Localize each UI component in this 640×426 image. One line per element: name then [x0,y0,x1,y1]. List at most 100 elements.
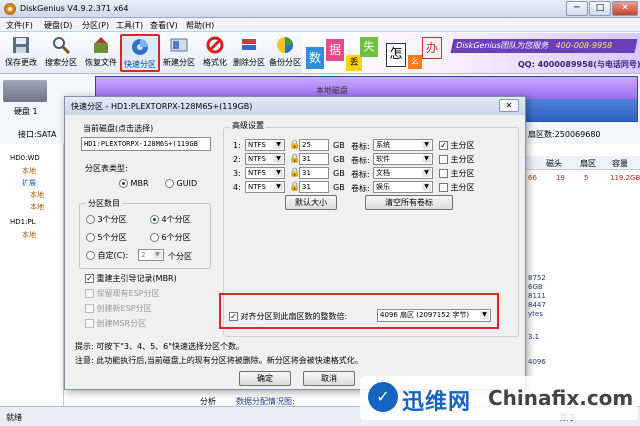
chevron-down-icon: ▼ [274,169,283,177]
tree-node[interactable]: 本地 [22,230,36,240]
size-input[interactable]: 31 [299,167,329,179]
tree-node[interactable]: 本地 [22,166,36,176]
clear-labels-button[interactable]: 清空所有卷标 [365,195,453,210]
ad-banner[interactable]: 数 据 丢 失 怎 么 办 DiskGenius团队为您服务 400-008-9… [302,33,640,73]
ad-slogan: DiskGenius团队为您服务 [455,41,550,50]
backup-partition-button[interactable]: 备份分区 [266,34,304,72]
quick-partition-icon [130,37,150,57]
chevron-down-icon: ▼ [274,183,283,191]
tree-node[interactable]: 本地 [30,190,44,200]
row-number: 2: [233,155,241,164]
filesystem-select[interactable]: NTFS ▼ [245,167,285,179]
cancel-button[interactable]: 取消 [303,371,355,386]
radio-custom[interactable]: 自定(C): [86,250,128,261]
disk-bar-label: 本地磁盘 [316,86,348,95]
align-sector-select[interactable]: 4096 扇区 (2097152 字节) ▼ [377,309,491,322]
volume-label-select[interactable]: 文档 ▼ [373,167,433,179]
checkbox: ✓ [85,274,94,283]
ok-button[interactable]: 确定 [239,371,291,386]
custom-suffix: 个分区 [168,252,192,261]
minimize-button[interactable]: ─ [566,1,588,16]
current-disk-field[interactable]: HD1:PLEXTORPX-128M6S+(119GB [81,137,211,151]
radio-guid[interactable]: GUID [165,179,197,188]
primary-partition-checkbox[interactable]: 主分区 [439,182,475,193]
app-logo-icon [4,3,16,15]
filesystem-select[interactable]: NTFS ▼ [245,153,285,165]
chevron-down-icon: ▼ [422,169,431,177]
radio-button [86,215,95,224]
tree-node[interactable]: 扩展 [22,178,36,188]
keep-esp-checkbox[interactable]: 保留现有ESP分区 [85,288,160,299]
size-input[interactable]: 31 [299,153,329,165]
align-partition-checkbox[interactable]: ✓ 对齐分区到此扇区数的整数倍: [229,311,347,322]
volume-label-select[interactable]: 软件 ▼ [373,153,433,165]
warning-text: 注意: 此功能执行后,当前磁盘上的现有分区将被删除。新分区将会被快速格式化。 [75,356,363,365]
close-button[interactable]: ✕ [612,1,638,16]
backup-icon [275,35,295,55]
dialog-title: 快速分区 - HD1:PLEXTORPX-128M6S+(119GB) [71,102,253,111]
checkbox [439,183,448,192]
delete-partition-button[interactable]: 删除分区 [230,34,268,72]
tree-node[interactable]: 本地 [30,202,44,212]
disk-icon [3,80,47,102]
size-unit: GB [333,141,345,150]
volume-label-select[interactable]: 系统 ▼ [373,139,433,151]
size-unit: GB [333,183,345,192]
ad-char: 怎 [386,43,406,67]
checkbox: ✓ [439,141,448,150]
ad-qq: QQ: 4000089958(与电话同号) [518,60,640,69]
primary-partition-checkbox[interactable]: 主分区 [439,168,475,179]
checkbox [439,155,448,164]
ad-char: 丢 [346,55,362,71]
menu-view[interactable]: 查看(V) [150,20,178,31]
filesystem-select[interactable]: NTFS ▼ [245,139,285,151]
menu-tools[interactable]: 工具(T) [116,20,143,31]
radio-button [150,233,159,242]
msr-checkbox[interactable]: 创建MSR分区 [85,318,146,329]
volume-label-select[interactable]: 娱乐 ▼ [373,181,433,193]
tree-node[interactable]: HD0:WD [10,154,40,162]
restore-icon [91,35,111,55]
new-esp-checkbox[interactable]: 创建新ESP分区 [85,303,152,314]
rebuild-mbr-checkbox[interactable]: ✓ 重建主引导记录(MBR) [85,273,177,284]
save-button[interactable]: 保存更改 [2,34,40,72]
radio-5-partitions[interactable]: 5个分区 [86,232,127,243]
size-input[interactable]: 25 [299,139,329,151]
tree-node[interactable]: HD1:PL [10,218,36,226]
table-row[interactable]: 66 19 5 119.2GB [526,172,640,184]
chinafix-logo-icon: ✓ [368,382,398,412]
custom-count-select[interactable]: 2 ▼ [138,249,164,261]
search-partition-button[interactable]: 搜索分区 [42,34,80,72]
quick-partition-button[interactable]: 快速分区 [120,34,160,72]
col-header: 容量 [612,159,628,168]
col-header: 磁头 [546,159,562,168]
radio-mbr[interactable]: MBR [119,179,149,188]
save-icon [11,35,31,55]
size-input[interactable]: 31 [299,181,329,193]
partition-count-group: 分区数目 3个分区 4个分区 5个分区 6个分区 自定(C): 2 ▼ 个分区 [79,198,211,269]
menu-partition[interactable]: 分区(P) [82,20,109,31]
chevron-down-icon: ▼ [274,141,283,149]
restore-files-button[interactable]: 恢复文件 [82,34,120,72]
ad-char: 失 [360,37,378,57]
new-partition-button[interactable]: 新建分区 [160,34,198,72]
default-size-button[interactable]: 默认大小 [285,195,337,210]
primary-partition-checkbox[interactable]: ✓ 主分区 [439,140,475,151]
primary-partition-checkbox[interactable]: 主分区 [439,154,475,165]
dialog-close-button[interactable]: ✕ [499,99,519,112]
menu-help[interactable]: 帮助(H) [186,20,214,31]
radio-6-partitions[interactable]: 6个分区 [150,232,191,243]
menu-file[interactable]: 文件(F) [6,20,33,31]
radio-3-partitions[interactable]: 3个分区 [86,214,127,225]
disk-tree: HD0:WD 本地 扩展 本地 本地 HD1:PL 本地 [0,144,64,406]
disk-interface: 接口:SATA [18,130,57,139]
filesystem-select[interactable]: NTFS ▼ [245,181,285,193]
row-number: 3: [233,169,241,178]
format-button[interactable]: 格式化 [196,34,234,72]
radio-4-partitions[interactable]: 4个分区 [150,214,191,225]
maximize-button[interactable]: □ [589,1,611,16]
radio-button [86,233,95,242]
menu-disk[interactable]: 硬盘(D) [44,20,72,31]
quick-partition-dialog: 快速分区 - HD1:PLEXTORPX-128M6S+(119GB) ✕ 当前… [64,96,526,390]
checkbox [85,289,94,298]
